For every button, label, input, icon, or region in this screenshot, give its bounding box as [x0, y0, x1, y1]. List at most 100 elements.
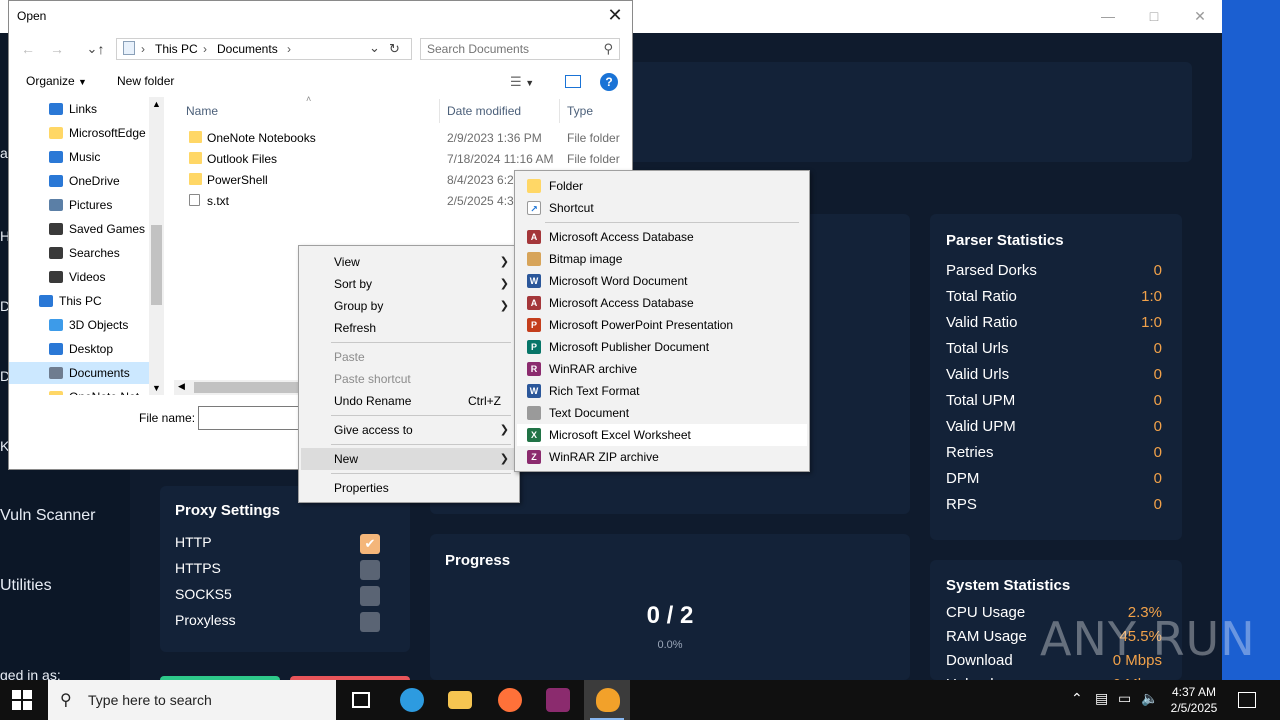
- proxy-checkbox[interactable]: [360, 586, 380, 606]
- menu-item-paste-shortcut[interactable]: Paste shortcut: [301, 368, 517, 390]
- submenu-item[interactable]: A Microsoft Access Database: [517, 292, 807, 314]
- scroll-down-icon[interactable]: ▼: [152, 383, 161, 393]
- forward-arrow-icon[interactable]: →: [47, 39, 67, 59]
- winrar-icon[interactable]: [534, 680, 580, 720]
- edge-browser-icon[interactable]: [388, 680, 434, 720]
- stat-label: Valid Urls: [946, 366, 1010, 383]
- organize-label: Organize: [26, 74, 75, 88]
- parser-stat-row: Total Urls 0: [946, 340, 1162, 360]
- scroll-left-icon[interactable]: ◀: [178, 381, 185, 392]
- menu-item-properties[interactable]: Properties: [301, 477, 517, 499]
- file-explorer-icon[interactable]: [436, 680, 482, 720]
- taskbar-search-box[interactable]: ⚲ Type here to search: [48, 680, 336, 720]
- nav-item-label: Saved Games: [69, 222, 146, 236]
- nav-item[interactable]: Desktop: [9, 338, 149, 360]
- menu-item-refresh[interactable]: Refresh: [301, 317, 517, 339]
- scroll-up-icon[interactable]: ▲: [152, 99, 161, 109]
- address-bar[interactable]: › This PC › Documents › ⌄ ↻: [116, 38, 412, 60]
- nav-item[interactable]: Links: [9, 98, 149, 120]
- proxy-option-row: Proxyless: [175, 612, 380, 632]
- back-arrow-icon[interactable]: ←: [18, 39, 38, 59]
- minimize-button[interactable]: —: [1098, 8, 1118, 26]
- submenu-item[interactable]: W Microsoft Word Document: [517, 270, 807, 292]
- submenu-item-folder[interactable]: Folder: [517, 175, 807, 197]
- submenu-item[interactable]: W Rich Text Format: [517, 380, 807, 402]
- submenu-item[interactable]: A Microsoft Access Database: [517, 226, 807, 248]
- file-name-input[interactable]: [198, 406, 310, 430]
- navigation-scrollbar[interactable]: ▲ ▼: [149, 97, 164, 395]
- column-divider[interactable]: [439, 99, 440, 123]
- submenu-item[interactable]: Text Document: [517, 402, 807, 424]
- column-divider[interactable]: [559, 99, 560, 123]
- show-hidden-icons-chevron-icon[interactable]: ⌃: [1071, 690, 1083, 707]
- nav-item[interactable]: Videos: [9, 266, 149, 288]
- nav-item-icon: [49, 151, 63, 163]
- horizontal-scrollbar-thumb[interactable]: [194, 382, 309, 393]
- menu-item-give-access[interactable]: Give access to ❯: [301, 419, 517, 441]
- file-row[interactable]: Outlook Files 7/18/2024 11:16 AM File fold…: [185, 149, 635, 170]
- column-header-name[interactable]: Name: [186, 104, 218, 118]
- search-box[interactable]: ⚲: [420, 38, 620, 60]
- nav-item[interactable]: OneNote Not: [9, 386, 149, 395]
- submenu-item[interactable]: Z WinRAR ZIP archive: [517, 446, 807, 468]
- nav-item[interactable]: 3D Objects: [9, 314, 149, 336]
- submenu-item[interactable]: P Microsoft PowerPoint Presentation: [517, 314, 807, 336]
- breadcrumb-documents[interactable]: Documents: [217, 42, 278, 56]
- submenu-item[interactable]: P Microsoft Publisher Document: [517, 336, 807, 358]
- nav-item[interactable]: Documents: [9, 362, 149, 384]
- proxy-checkbox[interactable]: [360, 560, 380, 580]
- menu-item-group-by[interactable]: Group by ❯: [301, 295, 517, 317]
- address-dropdown-chevron-icon[interactable]: ⌄: [369, 40, 380, 56]
- nav-item[interactable]: Pictures: [9, 194, 149, 216]
- up-arrow-icon[interactable]: ↑: [91, 39, 111, 59]
- horizontal-scrollbar[interactable]: ◀: [174, 380, 309, 395]
- network-icon[interactable]: ▤: [1095, 690, 1108, 707]
- close-button[interactable]: ✕: [1190, 8, 1210, 26]
- notifications-icon[interactable]: [1238, 692, 1256, 708]
- nav-item[interactable]: MicrosoftEdge: [9, 122, 149, 144]
- scrollbar-thumb[interactable]: [151, 225, 162, 305]
- refresh-icon[interactable]: ↻: [389, 41, 400, 57]
- submenu-item[interactable]: R WinRAR archive: [517, 358, 807, 380]
- parser-stat-row: Valid Ratio 1:0: [946, 314, 1162, 334]
- search-icon[interactable]: ⚲: [603, 41, 613, 57]
- menu-item-new[interactable]: New ❯: [301, 448, 517, 470]
- sidebar-item-vuln-scanner[interactable]: Vuln Scanner: [0, 507, 95, 525]
- menu-item-paste[interactable]: Paste: [301, 346, 517, 368]
- proxy-checkbox[interactable]: [360, 612, 380, 632]
- volume-icon[interactable]: 🔈: [1141, 690, 1158, 707]
- active-app-icon[interactable]: [584, 680, 630, 720]
- menu-item-undo-rename[interactable]: Undo Rename Ctrl+Z: [301, 390, 517, 412]
- new-folder-button[interactable]: New folder: [117, 74, 174, 88]
- menu-item-view[interactable]: View ❯: [301, 251, 517, 273]
- nav-item[interactable]: This PC: [9, 290, 149, 312]
- submenu-item[interactable]: X Microsoft Excel Worksheet: [517, 424, 807, 446]
- dialog-close-button[interactable]: ✕: [604, 4, 626, 26]
- column-header-type[interactable]: Type: [567, 104, 593, 118]
- submenu-item-shortcut[interactable]: ↗ Shortcut: [517, 197, 807, 219]
- help-icon[interactable]: ?: [600, 73, 618, 91]
- battery-icon[interactable]: ▭: [1118, 690, 1131, 707]
- sidebar-item-utilities[interactable]: Utilities: [0, 577, 52, 595]
- taskbar-clock[interactable]: 4:37 AM 2/5/2025: [1166, 684, 1222, 716]
- preview-pane-icon[interactable]: [565, 75, 581, 88]
- organize-button[interactable]: Organize ▼: [26, 74, 87, 88]
- nav-item[interactable]: Saved Games: [9, 218, 149, 240]
- breadcrumb-this-pc[interactable]: This PC: [155, 42, 198, 56]
- maximize-button[interactable]: □: [1144, 8, 1164, 26]
- nav-item[interactable]: Searches: [9, 242, 149, 264]
- nav-item[interactable]: Music: [9, 146, 149, 168]
- menu-item-sort-by[interactable]: Sort by ❯: [301, 273, 517, 295]
- search-input[interactable]: [427, 41, 597, 57]
- windows-start-icon[interactable]: [12, 690, 34, 710]
- nav-item[interactable]: OneDrive: [9, 170, 149, 192]
- submenu-item[interactable]: Bitmap image: [517, 248, 807, 270]
- menu-item-label: Paste: [334, 350, 365, 364]
- folder-icon: [527, 179, 541, 193]
- file-row[interactable]: OneNote Notebooks 2/9/2023 1:36 PM File fo…: [185, 128, 635, 149]
- proxy-checkbox[interactable]: ✔: [360, 534, 380, 554]
- firefox-icon[interactable]: [486, 680, 532, 720]
- column-header-date-modified[interactable]: Date modified: [447, 104, 521, 118]
- task-view-icon[interactable]: [338, 680, 384, 720]
- view-options-icon[interactable]: ☰ ▼: [510, 74, 534, 90]
